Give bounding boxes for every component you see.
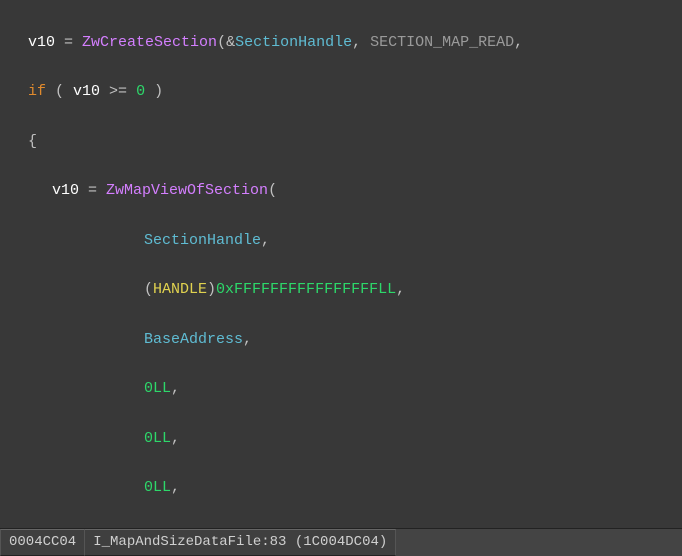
tok-arg: SectionHandle xyxy=(235,34,352,51)
code-line: (HANDLE)0xFFFFFFFFFFFFFFFFLL, xyxy=(4,278,682,303)
code-line: SectionHandle, xyxy=(4,229,682,254)
tok-open: ( xyxy=(268,182,277,199)
tok-rp: ) xyxy=(207,281,216,298)
tok-rp: ) xyxy=(145,83,163,100)
tok-end: , xyxy=(171,479,180,496)
tok-op: >= xyxy=(100,83,136,100)
code-line: v10 = ZwMapViewOfSection( xyxy=(4,179,682,204)
tok-eq: = xyxy=(79,182,106,199)
status-location[interactable]: I_MapAndSizeDataFile:83 (1C004DC04) xyxy=(84,529,396,556)
code-editor[interactable]: v10 = ZwCreateSection(&SectionHandle, SE… xyxy=(0,0,682,526)
tok-func: ZwMapViewOfSection xyxy=(106,182,268,199)
tok-amp: & xyxy=(226,34,235,51)
tok-eq: = xyxy=(55,34,82,51)
code-line: 0LL, xyxy=(4,377,682,402)
tok-brace: { xyxy=(28,133,37,150)
tok-end: , xyxy=(171,430,180,447)
code-line: BaseAddress, xyxy=(4,328,682,353)
tok-macro: SECTION_MAP_READ xyxy=(370,34,514,51)
tok-end: , xyxy=(243,331,252,348)
tok-comma: , xyxy=(352,34,370,51)
tok-func: ZwCreateSection xyxy=(82,34,217,51)
tok-arg: BaseAddress xyxy=(144,331,243,348)
tok-paren: ( xyxy=(217,34,226,51)
tok-end: , xyxy=(261,232,270,249)
tok-num: 0xFFFFFFFFFFFFFFFFLL xyxy=(216,281,396,298)
tok-var: v10 xyxy=(28,34,55,51)
tok-num: 0 xyxy=(136,83,145,100)
code-line: v10 = ZwCreateSection(&SectionHandle, SE… xyxy=(4,31,682,56)
tok-end: , xyxy=(396,281,405,298)
code-line: if ( v10 >= 0 ) xyxy=(4,80,682,105)
tok-end: , xyxy=(171,380,180,397)
status-address[interactable]: 0004CC04 xyxy=(0,529,85,556)
tok-var: v10 xyxy=(73,83,100,100)
tok-end: , xyxy=(514,34,523,51)
tok-kw: if xyxy=(28,83,46,100)
tok-lp: ( xyxy=(46,83,73,100)
tok-num: 0LL xyxy=(144,479,171,496)
tok-arg: SectionHandle xyxy=(144,232,261,249)
tok-var: v10 xyxy=(52,182,79,199)
tok-num: 0LL xyxy=(144,380,171,397)
tok-num: 0LL xyxy=(144,430,171,447)
tok-lp: ( xyxy=(144,281,153,298)
code-line: 0LL, xyxy=(4,427,682,452)
tok-type: HANDLE xyxy=(153,281,207,298)
code-line: 0LL, xyxy=(4,476,682,501)
status-bar: 0004CC04 I_MapAndSizeDataFile:83 (1C004D… xyxy=(0,528,682,556)
code-line: { xyxy=(4,130,682,155)
